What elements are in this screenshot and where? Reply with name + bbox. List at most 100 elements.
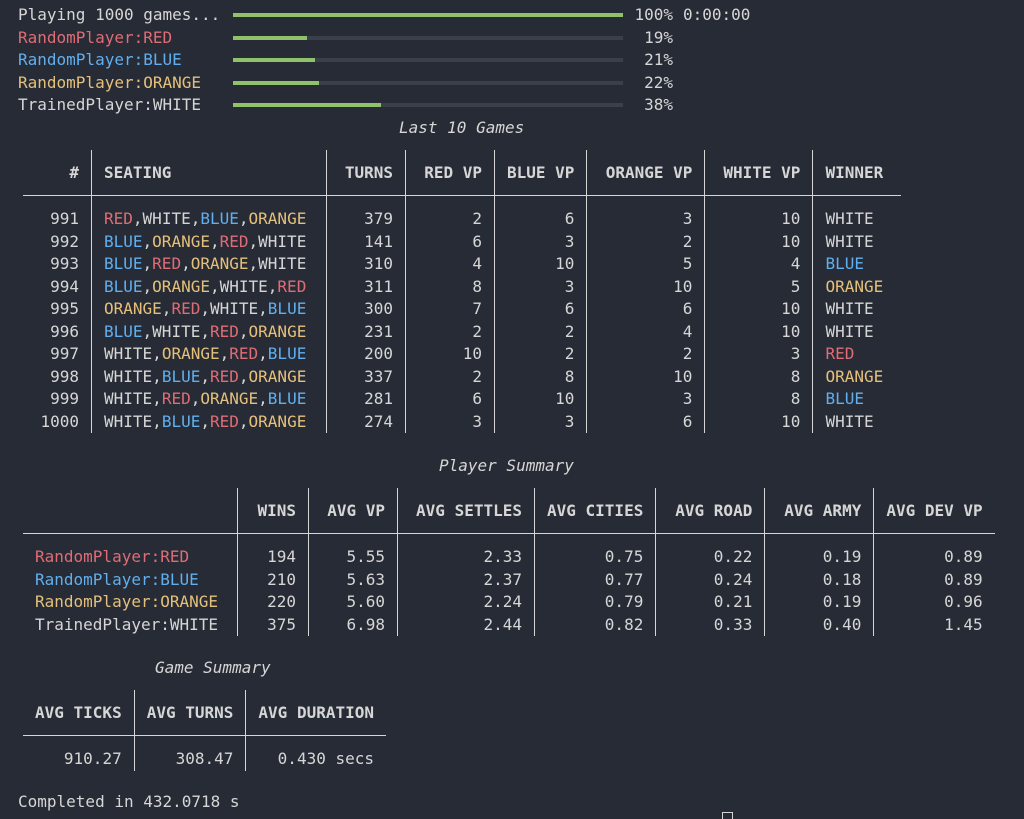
player-stat: 0.40 xyxy=(764,613,874,636)
player-stat: 5.60 xyxy=(308,591,398,614)
game-blue: 2 xyxy=(493,320,587,343)
game-turns: 274 xyxy=(326,410,406,433)
player-name: RandomPlayer:RED xyxy=(35,547,190,566)
player-stat: 210 xyxy=(237,568,309,591)
player-stat: 0.82 xyxy=(533,613,656,636)
game-number: 997 xyxy=(50,344,79,363)
game-turns: 310 xyxy=(326,253,406,276)
game-white: 10 xyxy=(704,230,813,253)
game-turns: 379 xyxy=(326,195,406,231)
player-stat: 0.22 xyxy=(655,533,765,569)
game-red: 3 xyxy=(405,410,495,433)
game-winner: WHITE xyxy=(812,320,902,343)
player-header-cell: AVG ROAD xyxy=(655,488,765,534)
player-row: RandomPlayer:BLUE 210 5.63 2.37 0.77 0.24 0.18… xyxy=(23,568,995,591)
game-winner: ORANGE xyxy=(812,275,902,298)
game-seating: WHITE,BLUE,RED,ORANGE xyxy=(91,410,327,433)
seat-color: WHITE xyxy=(142,209,191,228)
player-row: RandomPlayer:ORANGE 220 5.60 2.24 0.79 0.21 0.… xyxy=(23,591,995,614)
player-stat: 2.44 xyxy=(397,613,535,636)
progress-percent: 22% xyxy=(644,72,673,92)
games-header-cell: WHITE VP xyxy=(704,150,813,196)
progress-percent: 38% xyxy=(644,95,673,114)
summary-value: 308.47 xyxy=(133,735,246,771)
games-row: 993 BLUE,RED,ORANGE,WHITE 310 4 10 5 4 BLUE xyxy=(23,253,902,276)
seat-color: RED xyxy=(277,276,307,296)
games-header-cell: BLUE VP xyxy=(493,150,587,196)
games-row: 997 WHITE,ORANGE,RED,BLUE 200 10 2 2 3 RED xyxy=(23,343,902,366)
player-stat: 0.89 xyxy=(873,568,995,591)
completed-message: Completed in 432.0718 s xyxy=(18,792,240,811)
game-blue: 10 xyxy=(493,253,587,276)
game-seating: BLUE,ORANGE,WHITE,RED xyxy=(91,275,327,298)
progress-percent: 19% xyxy=(644,27,673,47)
game-white: 10 xyxy=(704,195,813,231)
seat-color: BLUE xyxy=(161,411,201,431)
game-number: 993 xyxy=(50,254,79,273)
game-orange: 4 xyxy=(586,320,705,343)
seat-color: WHITE xyxy=(104,411,153,431)
game-blue: 2 xyxy=(493,343,587,366)
game-number: 999 xyxy=(50,389,79,408)
progress-bar xyxy=(233,80,623,85)
seat-separator: , xyxy=(219,344,230,363)
game-winner: RED xyxy=(812,343,902,366)
progress-bar xyxy=(233,13,623,17)
game-blue: 3 xyxy=(493,275,587,298)
seat-separator: , xyxy=(181,254,191,273)
game-red: 8 xyxy=(405,275,495,298)
player-header-cell: AVG ARMY xyxy=(764,488,874,534)
games-header-cell: # xyxy=(23,150,92,196)
game-orange: 3 xyxy=(586,388,705,411)
game-white: 3 xyxy=(704,343,813,366)
seat-separator: , xyxy=(258,389,268,408)
games-row: 998 WHITE,BLUE,RED,ORANGE 337 2 8 10 8 ORANGE xyxy=(23,365,902,388)
player-row: TrainedPlayer:WHITE 375 6.98 2.44 0.82 0.33 0.… xyxy=(23,613,995,636)
games-row: 999 WHITE,RED,ORANGE,BLUE 281 6 10 3 8 BLUE xyxy=(23,388,902,411)
player-stat: 0.19 xyxy=(764,591,874,614)
seat-separator: , xyxy=(190,209,201,228)
progress-percent: 21% xyxy=(644,50,673,69)
seat-color: BLUE xyxy=(267,344,307,363)
game-red: 7 xyxy=(405,298,495,321)
player-row: RandomPlayer:RED 194 5.55 2.33 0.75 0.22 0.19 0… xyxy=(23,533,995,569)
seat-separator: , xyxy=(142,321,153,341)
games-header-cell: SEATING xyxy=(91,150,327,196)
player-stat: 0.21 xyxy=(655,591,765,614)
game-winner: WHITE xyxy=(812,230,902,253)
seat-separator: , xyxy=(238,411,249,431)
seat-color: WHITE xyxy=(104,389,153,408)
games-row: 991 RED,WHITE,BLUE,ORANGE 379 2 6 3 10 WHITE xyxy=(23,195,902,231)
player-header-cell xyxy=(23,488,238,534)
seat-color: BLUE xyxy=(161,366,201,386)
game-red: 2 xyxy=(405,365,495,388)
player-summary-title: Player Summary xyxy=(439,456,574,475)
seat-color: ORANGE xyxy=(248,411,307,431)
game-number: 996 xyxy=(50,321,79,341)
seat-separator: , xyxy=(161,299,172,318)
seat-color: BLUE xyxy=(104,254,143,273)
game-seating: WHITE,BLUE,RED,ORANGE xyxy=(91,365,327,388)
game-red: 2 xyxy=(405,320,495,343)
player-stat: 0.96 xyxy=(873,591,995,614)
game-white: 10 xyxy=(704,298,813,321)
seat-color: ORANGE xyxy=(104,299,162,318)
games-header-cell: RED VP xyxy=(405,150,495,196)
progress-label: RandomPlayer:BLUE xyxy=(18,50,182,69)
seat-separator: , xyxy=(200,366,210,386)
seat-separator: , xyxy=(238,209,249,228)
seat-separator: , xyxy=(142,231,153,251)
progress-time: 0:00:00 xyxy=(683,5,751,24)
game-number: 998 xyxy=(50,366,79,386)
games-row: 992 BLUE,ORANGE,RED,WHITE 141 6 3 2 10 WHITE xyxy=(23,230,902,253)
seat-separator: , xyxy=(152,366,162,386)
player-stat: 375 xyxy=(237,613,309,636)
seat-separator: , xyxy=(142,276,153,296)
game-turns: 200 xyxy=(326,343,406,366)
seat-color: ORANGE xyxy=(248,209,307,228)
player-stat: 194 xyxy=(237,533,309,569)
player-stat: 1.45 xyxy=(873,613,995,636)
game-blue: 8 xyxy=(493,365,587,388)
game-winner: BLUE xyxy=(812,253,902,276)
seat-separator: , xyxy=(152,389,162,408)
